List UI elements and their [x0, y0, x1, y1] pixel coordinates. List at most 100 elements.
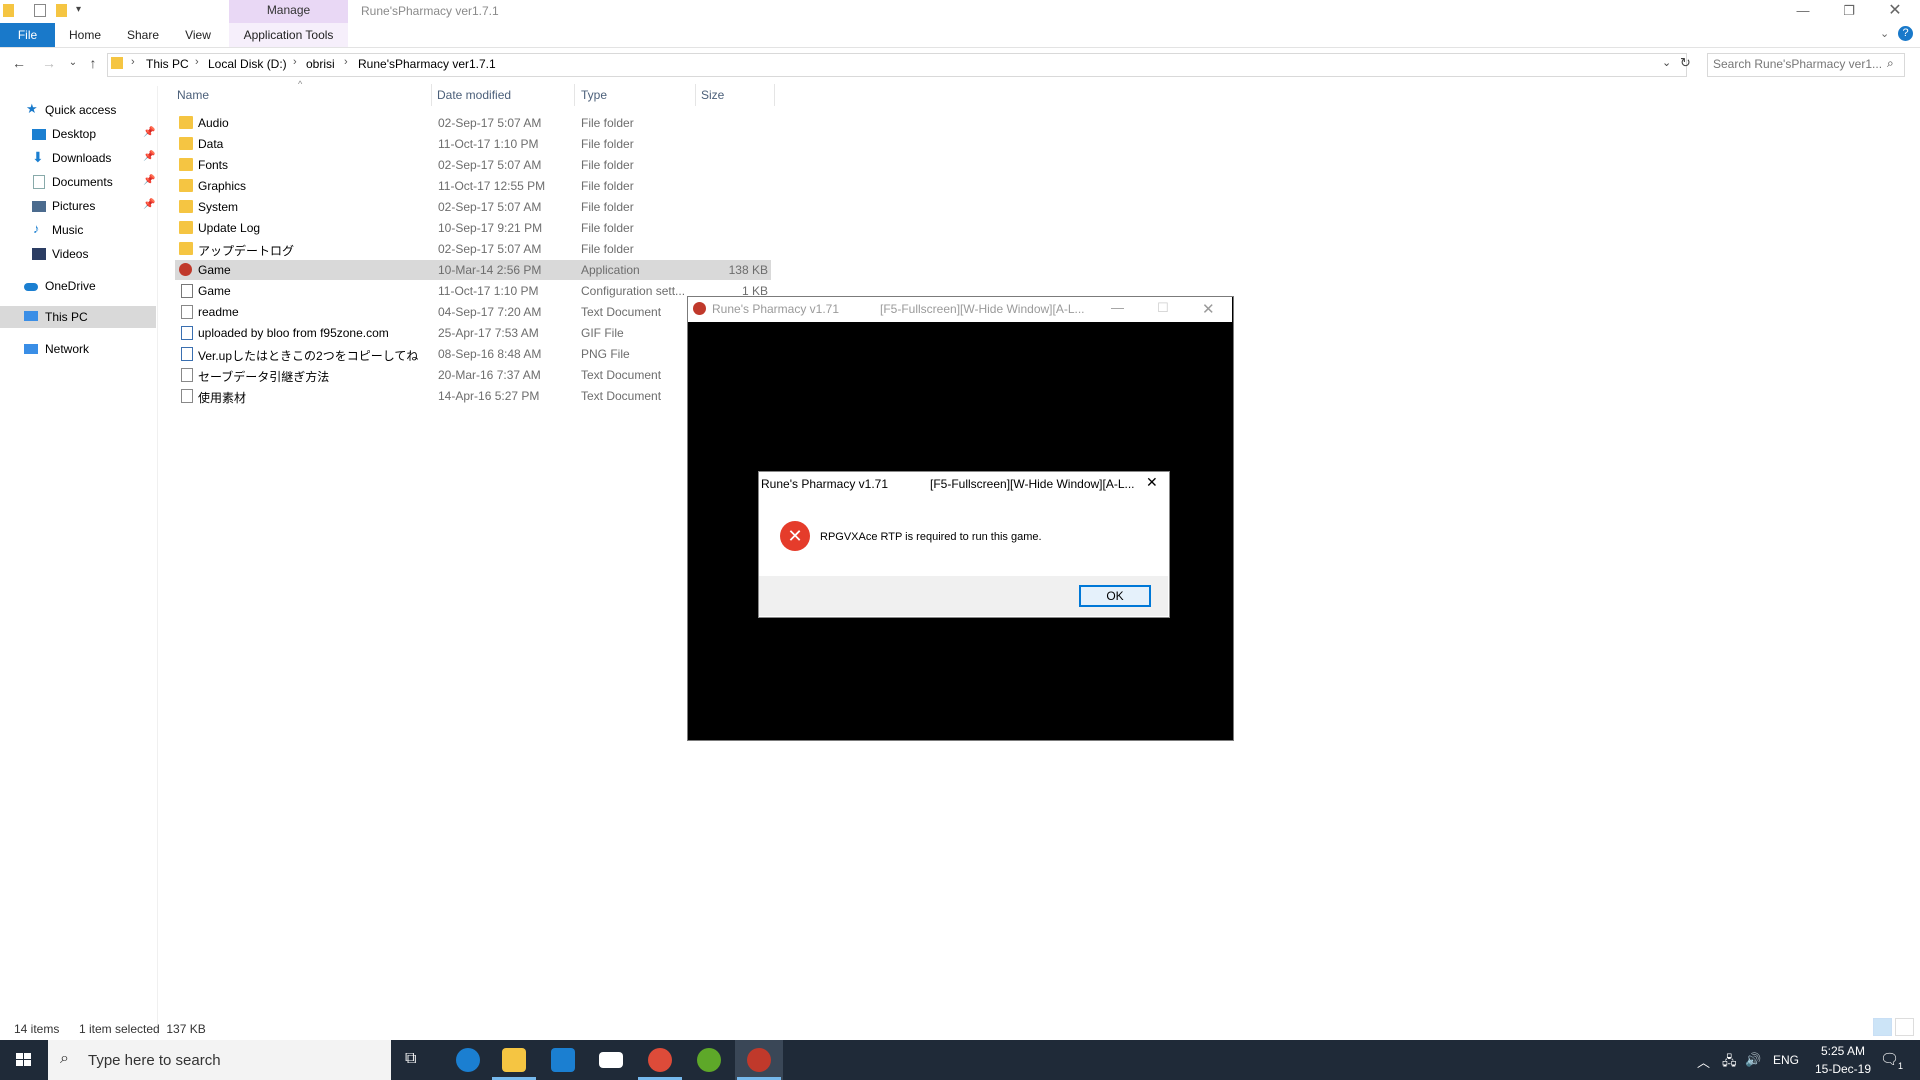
chrome-icon[interactable] [648, 1048, 672, 1072]
file-type: Text Document [581, 305, 662, 319]
utorrent-icon[interactable] [697, 1048, 721, 1072]
nav-music[interactable]: ♪ Music [0, 219, 156, 241]
address-dropdown-icon[interactable]: ⌄ [1662, 56, 1671, 69]
file-name: Ver.upしたはときこの2つをコピーしてね [198, 349, 419, 363]
network-icon[interactable]: 🖧 [1722, 1052, 1737, 1074]
maximize-button[interactable]: ☐ [1157, 300, 1169, 316]
minimize-button[interactable]: — [1780, 0, 1826, 23]
mail-icon[interactable] [599, 1052, 623, 1068]
file-row[interactable]: uploaded by bloo from f95zone.com 25-Apr-… [175, 323, 771, 343]
breadcrumb-obrisi[interactable]: obrisi [306, 57, 335, 71]
back-arrow-icon[interactable]: ← [8, 52, 30, 74]
notifications-icon[interactable]: 🗨 [1880, 1050, 1899, 1068]
column-header-date[interactable]: Date modified [437, 88, 511, 102]
language-indicator[interactable]: ENG [1773, 1053, 1799, 1067]
chevron-up-icon[interactable]: ︿ [1697, 1052, 1710, 1071]
nav-onedrive[interactable]: OneDrive [0, 275, 156, 297]
details-view-icon[interactable] [1873, 1018, 1892, 1036]
app-icon [179, 263, 192, 276]
clock-time[interactable]: 5:25 AM [1810, 1044, 1876, 1058]
refresh-icon[interactable]: ↻ [1680, 55, 1691, 71]
column-separator[interactable] [431, 84, 432, 106]
file-date: 11-Oct-17 12:55 PM [438, 179, 546, 193]
file-row[interactable]: セーブデータ引継ぎ方法 20-Mar-16 7:37 AM Text Documen… [175, 365, 771, 385]
search-icon: ⌕ [60, 1050, 69, 1067]
customize-toolbar-icon[interactable]: ▾ [76, 4, 81, 15]
file-row[interactable]: Data 11-Oct-17 1:10 PM File folder [175, 134, 771, 154]
file-date: 02-Sep-17 5:07 AM [438, 158, 542, 172]
clock-date[interactable]: 15-Dec-19 [1806, 1062, 1880, 1076]
close-button[interactable]: ✕ [1202, 300, 1215, 318]
download-icon: ⬇ [32, 149, 44, 165]
file-date: 04-Sep-17 7:20 AM [438, 305, 542, 319]
file-date: 25-Apr-17 7:53 AM [438, 326, 539, 340]
breadcrumb-current-folder[interactable]: Rune'sPharmacy ver1.7.1 [358, 57, 496, 71]
nav-pictures[interactable]: Pictures 📌 [0, 195, 156, 217]
file-date: 11-Oct-17 1:10 PM [438, 284, 539, 298]
column-separator[interactable] [774, 84, 775, 106]
nav-this-pc[interactable]: This PC [0, 306, 156, 328]
close-button[interactable]: ✕ [1872, 0, 1918, 23]
up-arrow-icon[interactable]: ↑ [82, 52, 104, 74]
dialog-close-button[interactable]: ✕ [1146, 474, 1158, 491]
sort-ascending-icon: ^ [298, 79, 303, 89]
new-folder-icon[interactable] [56, 4, 67, 17]
nav-videos[interactable]: Videos [0, 243, 156, 265]
tab-home[interactable]: Home [62, 23, 108, 47]
nav-downloads[interactable]: ⬇ Downloads 📌 [0, 147, 156, 169]
chevron-down-icon[interactable]: ⌄ [1880, 27, 1889, 40]
properties-icon[interactable] [34, 4, 46, 17]
nav-documents[interactable]: Documents 📌 [0, 171, 156, 193]
file-row[interactable]: 使用素材 14-Apr-16 5:27 PM Text Document [175, 386, 771, 406]
folder-icon [3, 4, 14, 17]
file-row[interactable]: Game 11-Oct-17 1:10 PM Configuration sett.… [175, 281, 771, 301]
file-name: アップデートログ [198, 244, 295, 258]
tab-share[interactable]: Share [120, 23, 166, 47]
tab-view[interactable]: View [175, 23, 221, 47]
column-separator[interactable] [574, 84, 575, 106]
ok-button[interactable]: OK [1079, 585, 1151, 607]
windows-logo-icon [16, 1053, 23, 1059]
start-button[interactable] [0, 1040, 48, 1080]
file-row[interactable]: Graphics 11-Oct-17 12:55 PM File folder [175, 176, 771, 196]
column-header-size[interactable]: Size [701, 88, 724, 102]
file-row[interactable]: Ver.upしたはときこの2つをコピーしてね 08-Sep-16 8:48 AM P… [175, 344, 771, 364]
pin-icon: 📌 [143, 127, 156, 138]
file-row[interactable]: Audio 02-Sep-17 5:07 AM File folder [175, 113, 771, 133]
search-icon[interactable]: ⌕ [1887, 56, 1894, 71]
file-row[interactable]: readme 04-Sep-17 7:20 AM Text Document [175, 302, 771, 322]
minimize-button[interactable]: — [1111, 300, 1124, 315]
file-type: Text Document [581, 389, 662, 403]
forward-arrow-icon[interactable]: → [38, 52, 60, 74]
tab-application-tools[interactable]: Application Tools [229, 23, 348, 47]
nav-desktop[interactable]: Desktop 📌 [0, 123, 156, 145]
edge-icon[interactable] [456, 1048, 480, 1072]
store-icon[interactable] [551, 1048, 575, 1072]
column-header-type[interactable]: Type [581, 88, 607, 102]
recent-locations-icon[interactable]: ⌄ [62, 52, 84, 74]
task-view-icon[interactable]: ⧉ [405, 1050, 416, 1068]
file-type: File folder [581, 137, 634, 151]
file-row[interactable]: Fonts 02-Sep-17 5:07 AM File folder [175, 155, 771, 175]
breadcrumb-this-pc[interactable]: This PC [146, 57, 189, 71]
nav-quick-access[interactable]: ★ Quick access [0, 99, 156, 121]
volume-icon[interactable]: 🔊 [1745, 1052, 1761, 1068]
file-row-selected[interactable]: Game 10-Mar-14 2:56 PM Application 138 KB [175, 260, 771, 280]
file-explorer-icon[interactable] [502, 1048, 526, 1072]
restore-button[interactable]: ❐ [1826, 0, 1872, 23]
large-icons-view-icon[interactable] [1895, 1018, 1914, 1036]
breadcrumb-local-disk[interactable]: Local Disk (D:) [208, 57, 287, 71]
folder-icon [179, 200, 193, 213]
file-row[interactable]: Update Log 10-Sep-17 9:21 PM File folder [175, 218, 771, 238]
column-separator[interactable] [695, 84, 696, 106]
star-icon: ★ [26, 101, 38, 116]
help-icon[interactable]: ? [1898, 26, 1913, 41]
tab-file[interactable]: File [0, 23, 55, 47]
file-row[interactable]: System 02-Sep-17 5:07 AM File folder [175, 197, 771, 217]
file-row[interactable]: アップデートログ 02-Sep-17 5:07 AM File folder [175, 239, 771, 259]
column-header-name[interactable]: Name [177, 88, 209, 102]
file-name: readme [198, 305, 239, 319]
search-placeholder: Search Rune'sPharmacy ver1... [1713, 57, 1883, 71]
file-date: 10-Mar-14 2:56 PM [438, 263, 542, 277]
nav-network[interactable]: Network [0, 338, 156, 360]
